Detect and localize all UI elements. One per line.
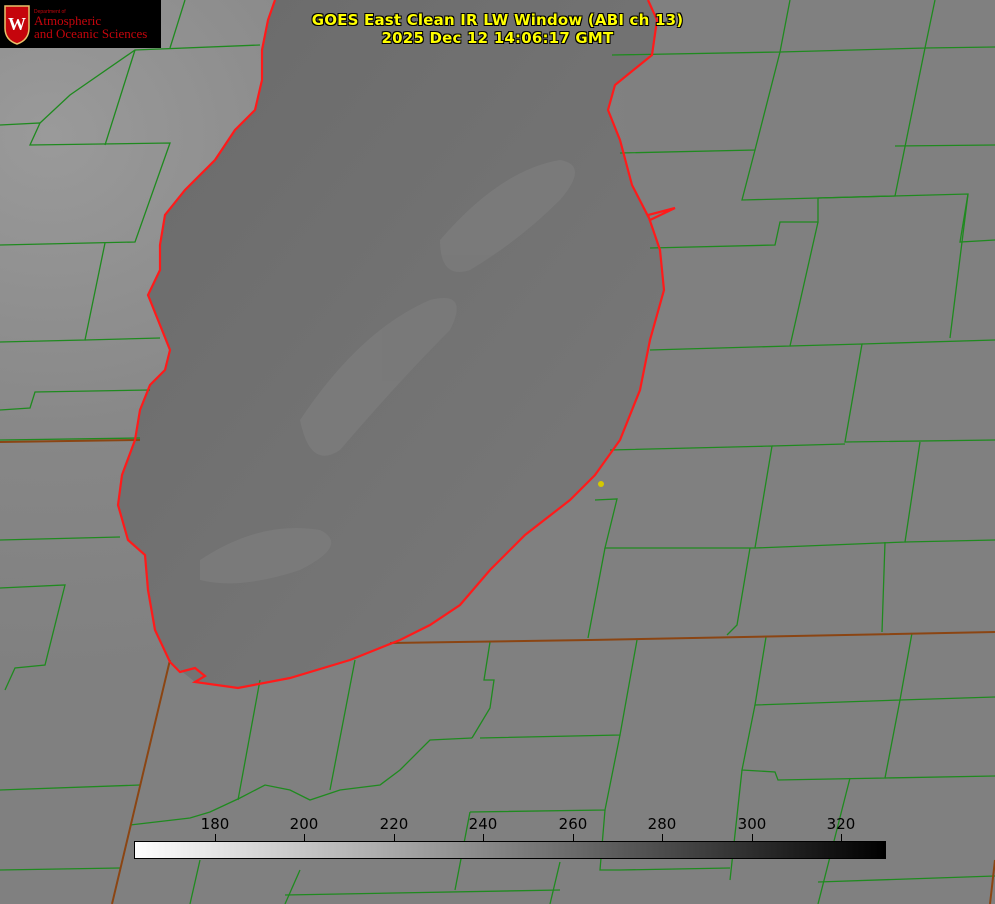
colorbar-tick-label: 240: [468, 815, 498, 833]
location-marker: [598, 481, 604, 487]
temperature-colorbar: [134, 841, 886, 859]
colorbar-tick: [841, 834, 842, 841]
image-timestamp: 2025 Dec 12 14:06:17 GMT: [381, 29, 614, 47]
colorbar-tick-label: 280: [647, 815, 677, 833]
colorbar-tick-label: 180: [200, 815, 230, 833]
colorbar-tick-label: 320: [826, 815, 856, 833]
colorbar-tick: [662, 834, 663, 841]
colorbar-tick-label: 300: [737, 815, 767, 833]
ir-satellite-map: [0, 0, 995, 904]
colorbar-tick: [483, 834, 484, 841]
image-title: GOES East Clean IR LW Window (ABI ch 13): [311, 11, 684, 29]
colorbar-tick: [215, 834, 216, 841]
colorbar-tick-label: 260: [558, 815, 588, 833]
colorbar-tick-label: 220: [379, 815, 409, 833]
crest-letter: W: [8, 14, 26, 34]
logo-line2: and Oceanic Sciences: [34, 26, 148, 41]
colorbar-tick: [573, 834, 574, 841]
satellite-image-viewer: W Department of Atmospheric and Oceanic …: [0, 0, 995, 904]
colorbar-tick: [394, 834, 395, 841]
colorbar-tick: [752, 834, 753, 841]
aos-logo: W Department of Atmospheric and Oceanic …: [0, 0, 161, 48]
colorbar-tick-label: 200: [289, 815, 319, 833]
colorbar-tick: [304, 834, 305, 841]
uw-crest-icon: W: [4, 5, 30, 45]
